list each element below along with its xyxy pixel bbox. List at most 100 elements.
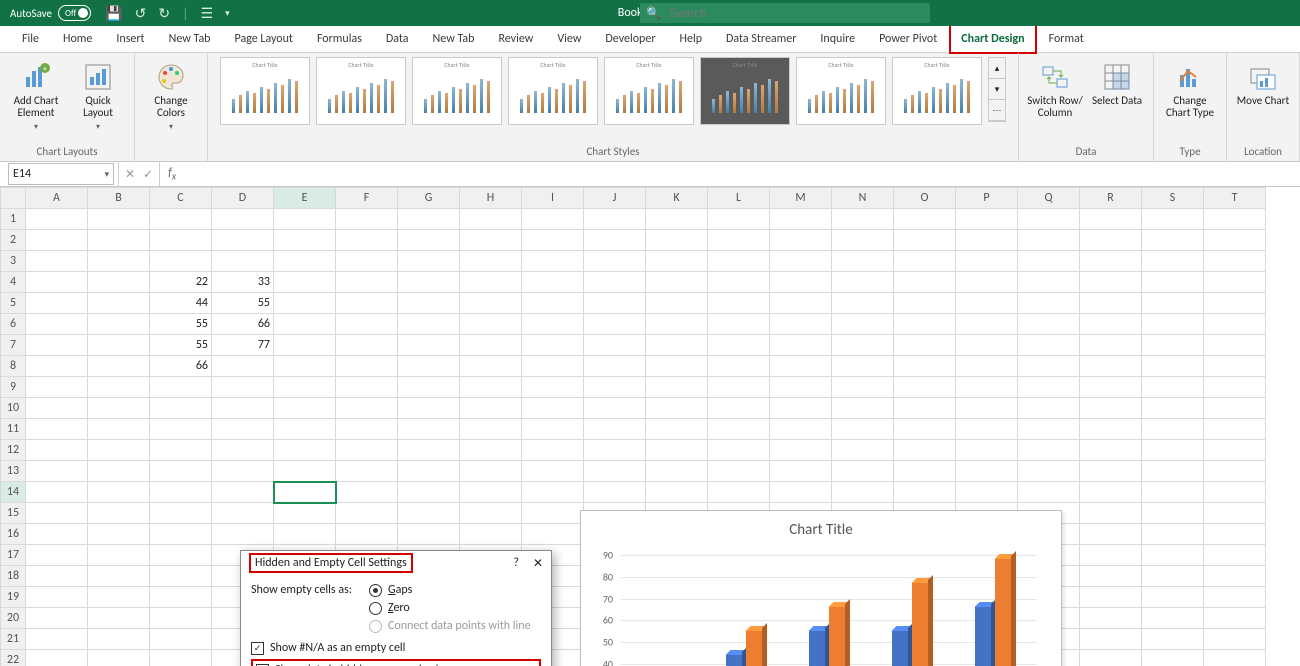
cell-J14[interactable]	[584, 482, 646, 503]
select-data-button[interactable]: Select Data	[1089, 57, 1145, 107]
cell-S13[interactable]	[1142, 461, 1204, 482]
cell-Q5[interactable]	[1018, 293, 1080, 314]
cell-R5[interactable]	[1080, 293, 1142, 314]
cell-G6[interactable]	[398, 314, 460, 335]
fx-icon[interactable]: fx	[160, 166, 184, 182]
customize-qat-icon[interactable]: ▾	[225, 8, 230, 19]
cell-B18[interactable]	[88, 566, 150, 587]
cell-G2[interactable]	[398, 230, 460, 251]
cell-K3[interactable]	[646, 251, 708, 272]
cell-S14[interactable]	[1142, 482, 1204, 503]
cell-I10[interactable]	[522, 398, 584, 419]
cell-L8[interactable]	[708, 356, 770, 377]
cell-B1[interactable]	[88, 209, 150, 230]
cell-A4[interactable]	[26, 272, 88, 293]
cell-N6[interactable]	[832, 314, 894, 335]
cell-K5[interactable]	[646, 293, 708, 314]
cell-E4[interactable]	[274, 272, 336, 293]
cell-I3[interactable]	[522, 251, 584, 272]
cell-A22[interactable]	[26, 650, 88, 666]
cell-A20[interactable]	[26, 608, 88, 629]
cell-B3[interactable]	[88, 251, 150, 272]
cell-J9[interactable]	[584, 377, 646, 398]
cell-I15[interactable]	[522, 503, 584, 524]
cell-Q13[interactable]	[1018, 461, 1080, 482]
cell-S7[interactable]	[1142, 335, 1204, 356]
cell-C15[interactable]	[150, 503, 212, 524]
cell-T1[interactable]	[1204, 209, 1266, 230]
cell-D6[interactable]: 66	[212, 314, 274, 335]
cell-A16[interactable]	[26, 524, 88, 545]
cell-H1[interactable]	[460, 209, 522, 230]
cell-R12[interactable]	[1080, 440, 1142, 461]
dialog-help-icon[interactable]: ?	[513, 556, 519, 571]
tab-file[interactable]: File	[10, 26, 51, 52]
cell-A8[interactable]	[26, 356, 88, 377]
cell-C17[interactable]	[150, 545, 212, 566]
cell-R6[interactable]	[1080, 314, 1142, 335]
cell-J13[interactable]	[584, 461, 646, 482]
cell-L3[interactable]	[708, 251, 770, 272]
cell-P6[interactable]	[956, 314, 1018, 335]
cell-M13[interactable]	[770, 461, 832, 482]
worksheet-area[interactable]: ABCDEFGHIJKLMNOPQRST12342233544556556675…	[0, 187, 1300, 666]
cell-B9[interactable]	[88, 377, 150, 398]
cell-L10[interactable]	[708, 398, 770, 419]
cell-E5[interactable]	[274, 293, 336, 314]
cell-D1[interactable]	[212, 209, 274, 230]
autosave-toggle[interactable]: AutoSave Off	[0, 5, 91, 21]
cell-M8[interactable]	[770, 356, 832, 377]
cell-Q10[interactable]	[1018, 398, 1080, 419]
move-chart-button[interactable]: Move Chart	[1235, 57, 1291, 107]
cell-L7[interactable]	[708, 335, 770, 356]
cell-S3[interactable]	[1142, 251, 1204, 272]
cell-J11[interactable]	[584, 419, 646, 440]
cell-P7[interactable]	[956, 335, 1018, 356]
cell-P1[interactable]	[956, 209, 1018, 230]
cell-C1[interactable]	[150, 209, 212, 230]
cell-F7[interactable]	[336, 335, 398, 356]
cell-E11[interactable]	[274, 419, 336, 440]
redo-icon[interactable]: ↻	[158, 5, 170, 22]
cell-S19[interactable]	[1142, 587, 1204, 608]
cell-R13[interactable]	[1080, 461, 1142, 482]
cell-C16[interactable]	[150, 524, 212, 545]
cell-I11[interactable]	[522, 419, 584, 440]
tab-home[interactable]: Home	[51, 26, 104, 52]
cell-G11[interactable]	[398, 419, 460, 440]
tab-view[interactable]: View	[545, 26, 593, 52]
cell-D11[interactable]	[212, 419, 274, 440]
tab-chart-design[interactable]: Chart Design	[949, 24, 1036, 54]
cell-O6[interactable]	[894, 314, 956, 335]
cell-F11[interactable]	[336, 419, 398, 440]
cell-B4[interactable]	[88, 272, 150, 293]
cell-A7[interactable]	[26, 335, 88, 356]
cell-I12[interactable]	[522, 440, 584, 461]
cell-R15[interactable]	[1080, 503, 1142, 524]
tab-format[interactable]: Format	[1037, 26, 1096, 52]
cancel-formula-icon[interactable]: ✕	[125, 167, 135, 182]
cell-A2[interactable]	[26, 230, 88, 251]
cell-N12[interactable]	[832, 440, 894, 461]
cell-L11[interactable]	[708, 419, 770, 440]
cell-M3[interactable]	[770, 251, 832, 272]
cell-A17[interactable]	[26, 545, 88, 566]
chart-style-thumb[interactable]: Chart Title	[508, 57, 598, 125]
cell-K9[interactable]	[646, 377, 708, 398]
cell-N5[interactable]	[832, 293, 894, 314]
cell-O11[interactable]	[894, 419, 956, 440]
search-box[interactable]: 🔍	[640, 3, 930, 23]
cell-E15[interactable]	[274, 503, 336, 524]
cell-Q3[interactable]	[1018, 251, 1080, 272]
cell-N13[interactable]	[832, 461, 894, 482]
tab-data[interactable]: Data	[374, 26, 421, 52]
cell-T15[interactable]	[1204, 503, 1266, 524]
chart-style-thumb[interactable]: Chart Title	[796, 57, 886, 125]
chart-style-thumb[interactable]: Chart Title	[412, 57, 502, 125]
cell-Q4[interactable]	[1018, 272, 1080, 293]
cell-N14[interactable]	[832, 482, 894, 503]
cell-M4[interactable]	[770, 272, 832, 293]
cell-J2[interactable]	[584, 230, 646, 251]
cell-S15[interactable]	[1142, 503, 1204, 524]
cell-O13[interactable]	[894, 461, 956, 482]
